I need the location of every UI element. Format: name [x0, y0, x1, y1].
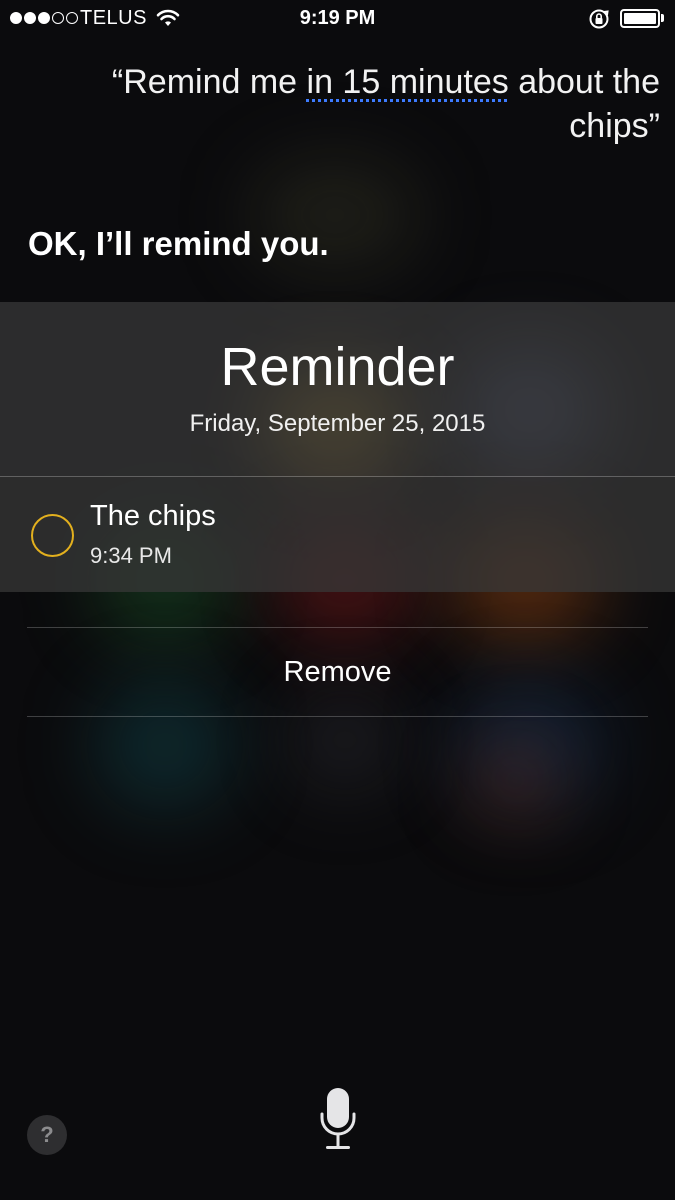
- reminder-card-title: Reminder: [220, 337, 455, 397]
- reminder-date: Friday, September 25, 2015: [189, 410, 486, 437]
- siri-response: OK, I’ll remind you.: [28, 225, 329, 262]
- remove-button[interactable]: Remove: [27, 628, 648, 716]
- reminder-item-title: The chips: [90, 500, 216, 532]
- reminder-checkbox[interactable]: [31, 514, 74, 557]
- query-text-start: “Remind me: [111, 63, 307, 101]
- reminder-item[interactable]: [0, 477, 675, 592]
- user-query: “Remind me in 15 minutes about the chips…: [60, 60, 660, 148]
- remove-bottom-divider: [27, 716, 648, 717]
- query-time-phrase[interactable]: in 15 minutes: [307, 63, 509, 101]
- clock: 9:19 PM: [299, 7, 376, 29]
- rotation-lock-icon: [588, 8, 610, 36]
- reminder-item-time: 9:34 PM: [90, 543, 172, 568]
- battery-tip: [661, 14, 664, 22]
- microphone-icon[interactable]: [318, 1086, 358, 1154]
- battery-icon: [620, 9, 660, 28]
- help-button[interactable]: ?: [27, 1115, 67, 1155]
- query-text-end: about the chips”: [508, 63, 660, 145]
- blurred-home-screen: [0, 0, 675, 1200]
- status-bar: TELUS 9:19 PM: [0, 0, 675, 38]
